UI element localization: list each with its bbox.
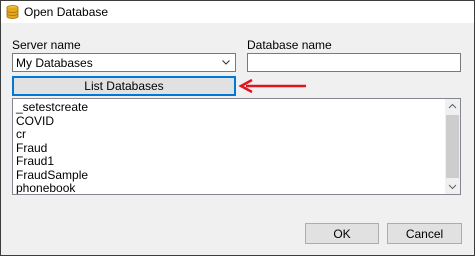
list-item[interactable]: phonebook [16,181,88,194]
database-list[interactable]: _setestcreate COVID cr Fraud Fraud1 FraudSamp… [12,98,461,195]
title-bar: Open Database [1,1,474,23]
list-databases-label: List Databases [84,79,164,93]
chevron-down-icon [222,60,230,65]
server-name-dropdown[interactable]: My Databases [12,53,236,72]
cancel-button[interactable]: Cancel [387,223,462,244]
window-title: Open Database [24,5,109,19]
list-item[interactable]: cr [16,127,88,142]
ok-button[interactable]: OK [305,223,379,244]
vertical-scrollbar[interactable] [445,99,460,194]
list-item[interactable]: COVID [16,114,88,129]
database-list-items: _setestcreate COVID cr Fraud Fraud1 FraudSamp… [16,100,88,194]
server-name-label: Server name [12,38,81,52]
scroll-down-icon[interactable] [445,179,460,194]
scrollbar-thumb[interactable] [446,115,459,178]
annotation-arrow-icon [238,78,306,94]
list-item[interactable]: _setestcreate [16,100,88,115]
database-icon [6,5,19,19]
database-name-label: Database name [247,38,332,52]
list-item[interactable]: Fraud [16,141,88,156]
list-item[interactable]: Fraud1 [16,154,88,169]
open-database-dialog: Open Database Server name Database name … [0,0,475,256]
list-databases-button[interactable]: List Databases [12,76,236,96]
cancel-label: Cancel [405,226,444,241]
list-item[interactable]: FraudSample [16,168,88,183]
database-name-field[interactable] [247,53,461,72]
server-name-value: My Databases [16,56,93,70]
ok-label: OK [333,226,351,241]
scroll-up-icon[interactable] [445,99,460,114]
